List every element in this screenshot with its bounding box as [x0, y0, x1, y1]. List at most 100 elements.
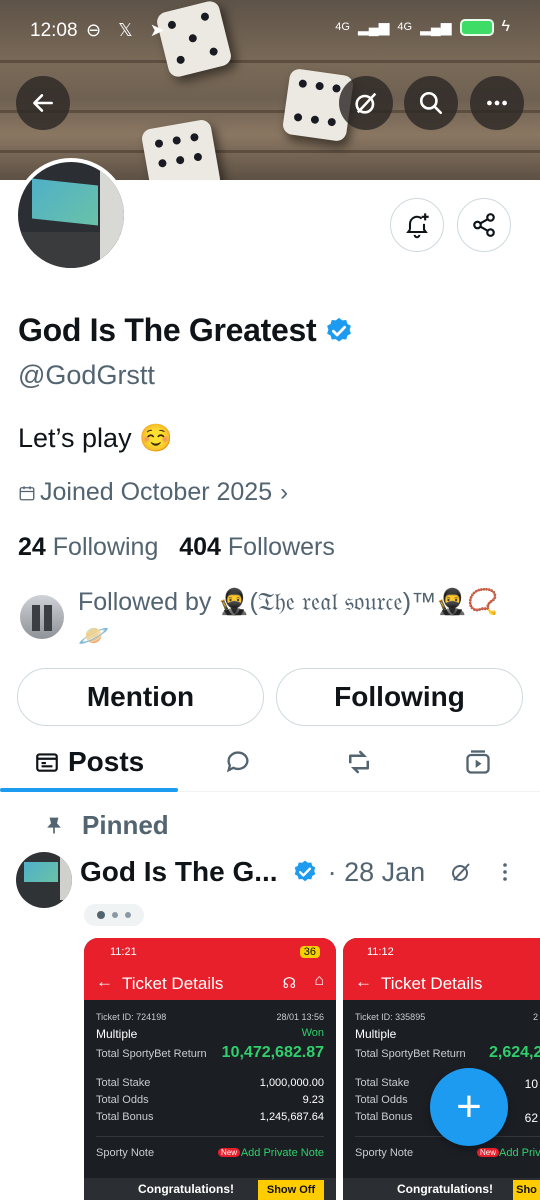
share-button[interactable] — [457, 198, 511, 252]
tab-replies[interactable] — [224, 740, 252, 784]
add-note-link: Add Private Note — [240, 1147, 324, 1159]
add-note-link: Add Priv — [499, 1147, 540, 1159]
share-icon — [473, 213, 495, 237]
return-value: 2,624,2 — [489, 1044, 540, 1061]
charging-icon: ϟ — [501, 18, 510, 35]
more-vertical-icon[interactable] — [495, 860, 515, 884]
signal-icon: ▂▄▆ — [420, 18, 452, 35]
ticket-id: Ticket ID: 724198 — [96, 1012, 167, 1022]
tab-reposts[interactable] — [344, 740, 374, 784]
profile-avatar[interactable] — [14, 158, 128, 272]
following-label: Following — [52, 533, 159, 561]
ticket-date: 2 — [532, 1012, 538, 1022]
display-name: God Is The Greatest — [18, 312, 317, 348]
verified-badge-icon — [327, 317, 352, 342]
tab-media[interactable] — [464, 740, 492, 784]
tab-posts-label: Posts — [68, 746, 145, 777]
ticket-status: Won — [301, 1027, 324, 1039]
compose-post-button[interactable]: + — [430, 1068, 508, 1146]
following-button[interactable]: Following — [276, 668, 523, 726]
pin-icon — [47, 817, 61, 833]
following-stat[interactable]: 24 Following — [18, 533, 158, 561]
arrow-left-icon: ← — [96, 972, 113, 991]
pinned-label: Pinned — [82, 810, 169, 840]
following-count: 24 — [18, 533, 46, 561]
tab-posts[interactable]: Posts — [34, 740, 144, 784]
congrats-text: Congratulations! — [397, 1182, 493, 1196]
more-button[interactable] — [470, 76, 524, 130]
sporty-note-label: Sporty Note — [355, 1147, 414, 1159]
ticket-date: 28/01 13:56 — [276, 1012, 324, 1022]
joined-date[interactable]: Joined October 2025 › — [18, 478, 288, 507]
bonus-label: Total Bonus — [355, 1111, 413, 1123]
calendar-icon — [19, 485, 35, 500]
post-author[interactable]: God Is The G... — [80, 856, 278, 888]
chevron-right-icon: › — [280, 478, 289, 506]
stake-label: Total Stake — [96, 1077, 151, 1089]
stake-value: 1,000,000.00 — [259, 1077, 324, 1089]
return-value: 10,472,682.87 — [221, 1044, 324, 1061]
grok-button[interactable] — [339, 76, 393, 130]
ticket-time: 11:21 — [110, 946, 137, 958]
ticket-type: Multiple — [355, 1027, 397, 1041]
more-horizontal-icon — [487, 100, 507, 106]
profile-name: God Is The Greatest — [18, 312, 354, 349]
video-icon — [466, 750, 490, 774]
profile-tabs: Posts — [0, 730, 540, 792]
post-media-ticket-2[interactable]: 11:12 ← Ticket Details Ticket ID: 335895… — [343, 938, 540, 1200]
dice-image — [140, 118, 222, 180]
posts-icon — [36, 753, 58, 772]
new-badge: New — [477, 1148, 500, 1157]
notification-icons: ⊖ 𝕏 ➤ — [86, 20, 171, 40]
ticket-title: Ticket Details — [122, 974, 224, 993]
slash-circle-icon[interactable] — [449, 860, 473, 884]
followers-count: 404 — [179, 533, 221, 561]
follower-avatar[interactable] — [20, 595, 64, 639]
odds-value: 9.23 — [302, 1094, 324, 1106]
arrow-left-icon: ← — [355, 972, 372, 991]
notify-button[interactable] — [390, 198, 444, 252]
bell-plus-icon — [406, 213, 429, 239]
repost-icon — [349, 750, 369, 774]
post-avatar[interactable] — [16, 852, 72, 908]
network-indicator: 4G — [335, 21, 350, 33]
status-bar: 12:08 ⊖ 𝕏 ➤ 4G ▂▄▆ 4G ▂▄▆ ϟ — [0, 18, 540, 46]
reply-icon — [226, 751, 249, 773]
return-label: Total SportyBet Return — [96, 1048, 207, 1060]
odds-label: Total Odds — [96, 1094, 149, 1106]
network-indicator: 4G — [397, 21, 413, 33]
back-button[interactable] — [16, 76, 70, 130]
mention-button[interactable]: Mention — [17, 668, 264, 726]
pinned-indicator: Pinned — [44, 810, 169, 841]
sporty-note-label: Sporty Note — [96, 1147, 155, 1159]
ticket-title: Ticket Details — [381, 974, 483, 993]
search-button[interactable] — [404, 76, 458, 130]
new-badge: New — [218, 1148, 241, 1157]
post-date[interactable]: · 28 Jan — [328, 857, 426, 888]
followers-label: Followers — [227, 533, 335, 561]
status-time: 12:08 — [30, 20, 78, 41]
followed-by-text[interactable]: Followed by 🥷(𝔗𝔥𝔢 𝔯𝔢𝔞𝔩 𝔰𝔬𝔲𝔯𝔠𝔢)™🥷📿 🪐 — [78, 585, 518, 653]
ticket-type: Multiple — [96, 1027, 138, 1041]
stake-value: 10 — [524, 1077, 538, 1091]
search-icon — [419, 91, 443, 115]
bonus-value: 1,245,687.64 — [259, 1111, 324, 1123]
verified-badge-icon — [294, 860, 315, 882]
battery-icon — [459, 18, 494, 36]
congrats-text: Congratulations! — [138, 1182, 234, 1196]
bonus-label: Total Bonus — [96, 1111, 154, 1123]
profile-bio: Let’s play ☺️ — [18, 423, 173, 453]
active-tab-indicator — [0, 788, 178, 792]
post-media-ticket-1[interactable]: 11:21 36 ← Ticket Details ☊ ⌂ Ticket ID:… — [84, 938, 336, 1200]
signal-icon: ▂▄▆ — [357, 18, 390, 35]
ticket-id: Ticket ID: 335895 — [355, 1012, 426, 1022]
odds-label: Total Odds — [355, 1094, 408, 1106]
return-label: Total SportyBet Return — [355, 1048, 466, 1060]
followers-stat[interactable]: 404 Followers — [179, 533, 335, 561]
post-header: God Is The G... · 28 Jan — [80, 852, 530, 892]
follow-stats: 24 Following 404 Followers — [18, 533, 335, 562]
slash-circle-icon — [355, 92, 377, 114]
carousel-indicator — [84, 904, 144, 926]
show-off-button: Show Off — [258, 1180, 324, 1200]
stake-label: Total Stake — [355, 1077, 410, 1089]
